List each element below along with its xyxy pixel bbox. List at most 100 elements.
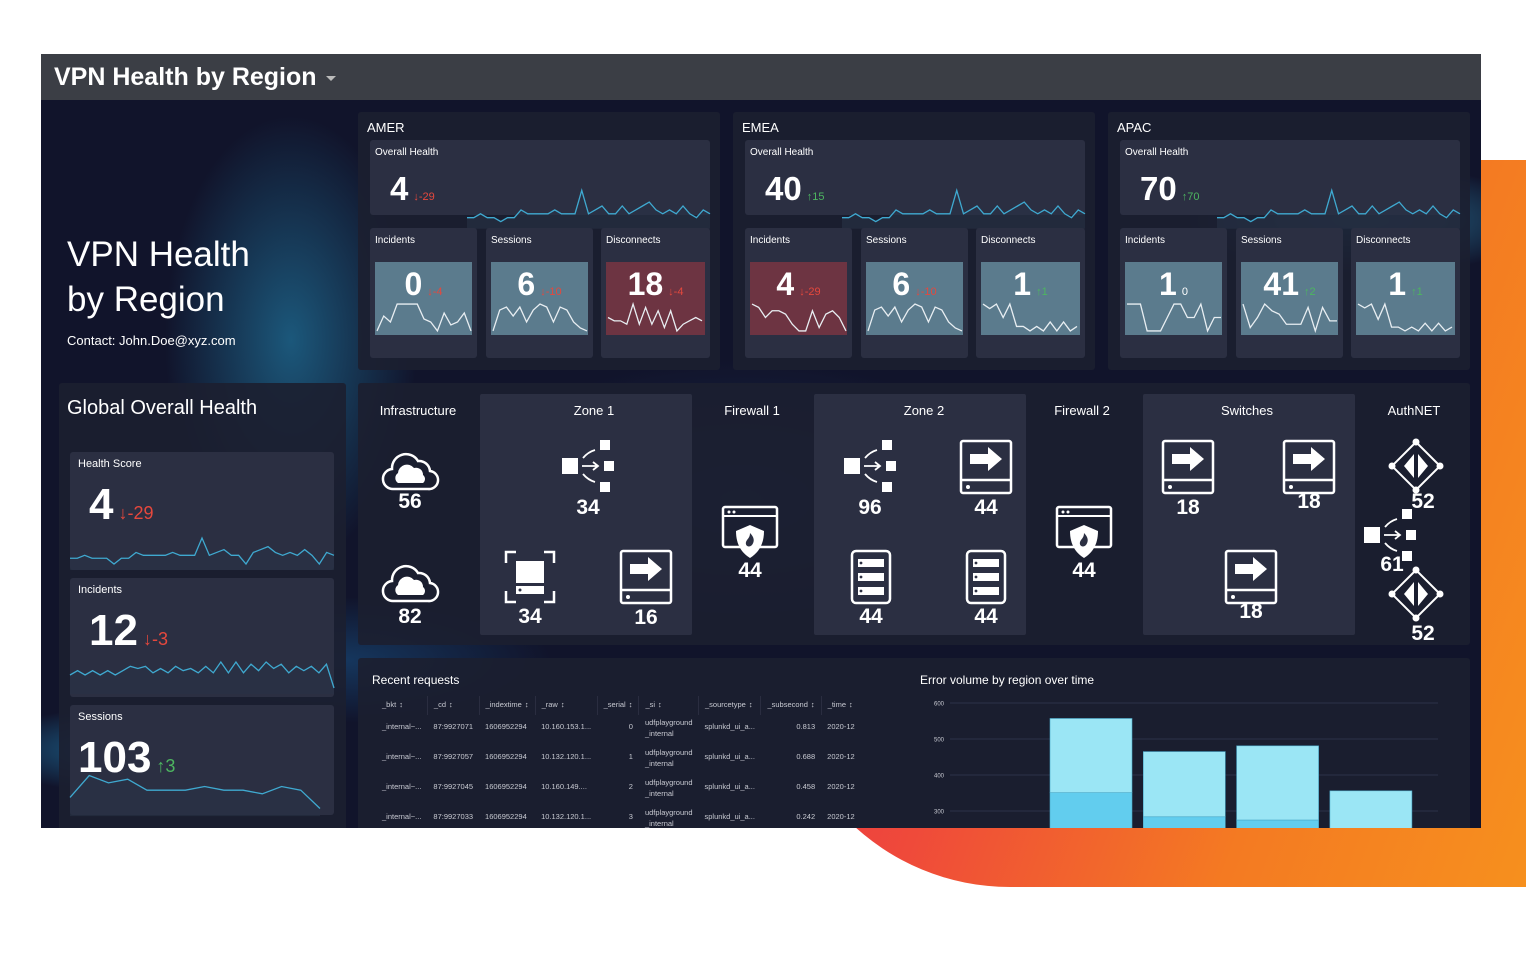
metric-delta: -4 — [427, 286, 442, 298]
bar-segment-amer[interactable] — [1049, 718, 1133, 793]
tile-disconnects[interactable]: Disconnects 11 — [1351, 228, 1460, 358]
overall-health-card[interactable]: Overall Health 70 70 — [1120, 140, 1460, 229]
metric-number: 18 — [627, 266, 664, 302]
tile-status-box: 11 — [1356, 262, 1455, 335]
infra-node[interactable]: 44 — [720, 505, 780, 582]
metric-delta: 1 — [1036, 286, 1048, 298]
infra-node[interactable]: 96 — [840, 438, 900, 519]
tile-label: Sessions — [1241, 235, 1282, 246]
metric-delta: 2 — [1304, 286, 1316, 298]
global-card-sessions[interactable]: Sessions1033 — [70, 705, 334, 817]
infra-node[interactable]: 52 — [1386, 438, 1446, 513]
metric-value: 70 70 — [1140, 170, 1199, 208]
infra-node[interactable]: 16 — [616, 549, 676, 629]
infra-node[interactable]: 44 — [841, 549, 901, 628]
load-balancer-icon — [840, 438, 900, 494]
bar-segment-series-0[interactable] — [1049, 792, 1133, 828]
infra-node-value: 34 — [576, 496, 600, 519]
infra-node[interactable]: 44 — [956, 549, 1016, 628]
dashboard-title[interactable]: VPN Health by Region — [54, 63, 317, 92]
intro-title-line1: VPN Health — [67, 235, 250, 274]
global-card-health-score[interactable]: Health Score 4-29 — [70, 452, 334, 570]
infra-node[interactable]: 82 — [380, 557, 440, 628]
metric-value: 12-3 — [89, 606, 168, 656]
tile-sparkline-line — [983, 304, 1077, 331]
overall-health-label: Overall Health — [1125, 147, 1189, 158]
region-panel-emea: EMEA Overall Health 40 15 Incidents 4 -29 Sessi… — [733, 112, 1095, 370]
server-arrow-icon — [616, 549, 676, 605]
global-card-incidents[interactable]: Incidents 12-3 — [70, 578, 334, 697]
tile-sparkline-line — [1127, 304, 1221, 331]
tile-sessions[interactable]: Sessions 6 -10 — [861, 228, 968, 358]
intro-title: VPN Health by Region — [67, 232, 250, 322]
bar-segment-amer[interactable] — [1236, 745, 1319, 821]
overall-health-card[interactable]: Overall Health 40 15 — [745, 140, 1085, 229]
region-name: APAC — [1117, 120, 1152, 135]
metric-number: 1 — [1388, 266, 1407, 302]
infra-node[interactable]: 18 — [1158, 439, 1218, 519]
tile-incidents[interactable]: Incidents 4 -29 — [745, 228, 852, 358]
bar-segment-series-0[interactable] — [1236, 819, 1319, 828]
region-name: AMER — [367, 120, 405, 135]
infra-node[interactable]: 56 — [380, 445, 440, 513]
server-rack-icon — [841, 549, 901, 605]
tile-sparkline-line — [493, 304, 587, 331]
metric-value: 10 — [1125, 266, 1222, 303]
region-panel-apac: APACOverall Health7070Incidents10Session… — [1108, 112, 1470, 370]
tile-sessions[interactable]: Sessions 41 2 — [1236, 228, 1343, 358]
auth-network-icon — [1386, 438, 1446, 494]
infra-node-value: 44 — [1072, 559, 1096, 582]
infra-node[interactable]: 44 — [1054, 505, 1114, 582]
infra-node-value: 44 — [859, 605, 883, 628]
global-sparkline-area — [70, 662, 334, 694]
tile-status-box: 18 -4 — [606, 262, 705, 335]
chevron-down-icon[interactable] — [325, 76, 336, 81]
metric-value: 18 -4 — [606, 266, 705, 303]
overall-health-sparkline — [842, 188, 1085, 229]
overall-health-card[interactable]: Overall Health 4 -29 — [370, 140, 710, 229]
y-tick-label: 600 — [934, 702, 945, 708]
tile-sparkline — [377, 302, 471, 333]
column-label-zone-1: Zone 1 — [573, 403, 615, 418]
metric-delta: 1 — [1411, 286, 1423, 298]
metric-delta: -4 — [668, 286, 683, 298]
dashboard-window: VPN Health by Region VPN Health by Regio… — [41, 54, 1481, 828]
overall-health-sparkline-area — [467, 190, 710, 229]
tile-status-box: 41 2 — [1241, 262, 1338, 335]
infra-node[interactable]: 34 — [500, 549, 560, 628]
infra-node[interactable]: 18 — [1279, 439, 1339, 513]
tile-disconnects[interactable]: Disconnects 11 — [976, 228, 1085, 358]
metric-value: 41 2 — [1241, 266, 1338, 303]
column-label-firewall-2: Firewall 2 — [1054, 403, 1110, 418]
bar-segment-series-0[interactable] — [1142, 816, 1226, 828]
metric-delta: -29 — [799, 286, 820, 298]
infra-node[interactable]: 34 — [558, 438, 618, 519]
overall-health-label: Overall Health — [375, 147, 439, 158]
region-name: EMEA — [742, 120, 779, 135]
infra-node[interactable]: 52 — [1386, 566, 1446, 645]
infra-node[interactable]: 44 — [956, 439, 1016, 519]
tile-disconnects[interactable]: Disconnects 18 -4 — [601, 228, 710, 358]
infra-node[interactable]: 18 — [1221, 549, 1281, 623]
tile-sessions[interactable]: Sessions 6 -10 — [486, 228, 593, 358]
tile-sparkline-line — [752, 304, 846, 331]
bar-segment-amer[interactable] — [1329, 790, 1413, 828]
server-rack-icon — [956, 549, 1016, 605]
bar-segment-amer[interactable] — [1142, 751, 1226, 818]
metric-value: 4 -29 — [750, 266, 847, 303]
infra-node-value: 44 — [738, 559, 762, 582]
dashboard-header[interactable]: VPN Health by Region — [41, 54, 1481, 100]
metric-value: 40 15 — [765, 170, 824, 208]
column-label-zone-2: Zone 2 — [903, 403, 945, 418]
metric-number: 70 — [1140, 170, 1177, 207]
tile-incidents[interactable]: Incidents 1 0 — [1120, 228, 1227, 358]
infra-node[interactable]: 61 — [1360, 507, 1420, 576]
server-arrow-icon — [1158, 439, 1218, 495]
infra-node-value: 34 — [518, 605, 542, 628]
tile-sparkline-line — [1358, 304, 1452, 331]
tile-incidents[interactable]: Incidents 0 -4 — [370, 228, 477, 358]
tile-status-box: 10 — [1125, 262, 1222, 335]
infra-node-value: 18 — [1297, 490, 1321, 513]
tile-sparkline — [983, 302, 1077, 333]
infra-node-value: 56 — [398, 490, 422, 513]
